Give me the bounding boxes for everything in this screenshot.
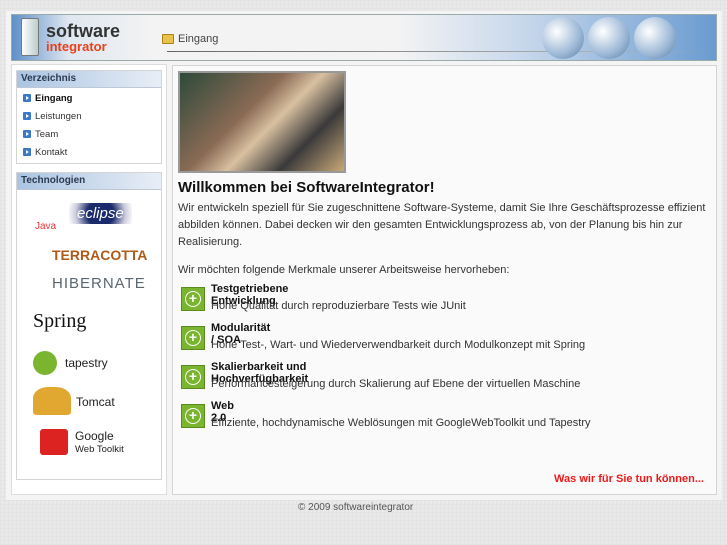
feature-desc: Hohe Qualität durch reproduzierbare Test… — [211, 300, 466, 312]
terracotta-logo: TERRACOTTA — [52, 247, 148, 263]
folder-icon — [162, 34, 174, 44]
gwt-icon — [40, 429, 68, 455]
tapestry-logo: tapestry — [65, 356, 108, 370]
intro-text: Wir entwickeln speziell für Sie zugeschn… — [178, 202, 706, 248]
tapestry-icon — [33, 351, 57, 375]
breadcrumb: Eingang — [162, 33, 218, 45]
globe-icon — [542, 17, 584, 59]
globe-banner — [542, 17, 676, 59]
tomcat-icon — [33, 387, 71, 415]
sidebar-item-label: Kontakt — [35, 146, 68, 158]
feature-desc: Effiziente, hochdynamische Weblösungen m… — [211, 417, 591, 429]
sidebar-item-label: Team — [35, 128, 59, 140]
nav-box: Verzeichnis Eingang Leistungen Team Kont… — [16, 70, 162, 164]
more-link[interactable]: Was wir für Sie tun können... — [554, 473, 704, 485]
globe-icon — [588, 17, 630, 59]
java-logo: Java — [35, 221, 57, 232]
business-photo — [178, 71, 346, 173]
arrow-icon — [23, 148, 31, 156]
gwt-logo: Google — [75, 429, 114, 443]
plus-icon — [181, 365, 205, 389]
arrow-icon — [23, 94, 31, 102]
plus-icon — [181, 326, 205, 350]
tomcat-logo: Tomcat — [76, 395, 115, 409]
sidebar-item-label: Leistungen — [35, 110, 82, 122]
plus-icon — [181, 287, 205, 311]
arrow-icon — [23, 130, 31, 138]
feature-desc: Hohe Test-, Wart- und Wiederverwendbarke… — [211, 339, 586, 351]
header: software integrator Eingang — [11, 14, 717, 61]
breadcrumb-current: Eingang — [178, 33, 219, 45]
hibernate-logo: HIBERNATE — [52, 275, 146, 292]
logo-subtext[interactable]: integrator — [46, 39, 107, 54]
sidebar-item-leistungen[interactable]: Leistungen — [17, 107, 161, 125]
monitor-logo-icon — [21, 18, 39, 56]
main-content: Willkommen bei SoftwareIntegrator! Wir e… — [172, 65, 717, 495]
globe-icon — [634, 17, 676, 59]
footer-copyright: © 2009 softwareintegrator — [298, 502, 414, 513]
spring-logo: Spring — [33, 310, 87, 332]
tech-title: Technologien — [17, 173, 161, 190]
page-title: Willkommen bei SoftwareIntegrator! — [178, 179, 435, 196]
eclipse-logo: eclipse — [69, 203, 132, 224]
feature-desc: Performancesteigerung durch Skalierung a… — [211, 378, 581, 390]
gwt-logo-sub: Web Toolkit — [75, 444, 124, 455]
nav-title: Verzeichnis — [17, 71, 161, 88]
arrow-icon — [23, 112, 31, 120]
sidebar-item-team[interactable]: Team — [17, 125, 161, 143]
tech-box: Technologien Java eclipse TERRACOTTA HIB… — [16, 172, 162, 480]
page-container: software integrator Eingang Verzeichnis … — [6, 11, 722, 500]
lead-text: Wir möchten folgende Merkmale unserer Ar… — [178, 264, 510, 276]
sidebar: Verzeichnis Eingang Leistungen Team Kont… — [11, 64, 167, 495]
sidebar-item-label: Eingang — [35, 92, 73, 104]
sidebar-item-eingang[interactable]: Eingang — [17, 89, 161, 107]
sidebar-item-kontakt[interactable]: Kontakt — [17, 143, 161, 161]
plus-icon — [181, 404, 205, 428]
